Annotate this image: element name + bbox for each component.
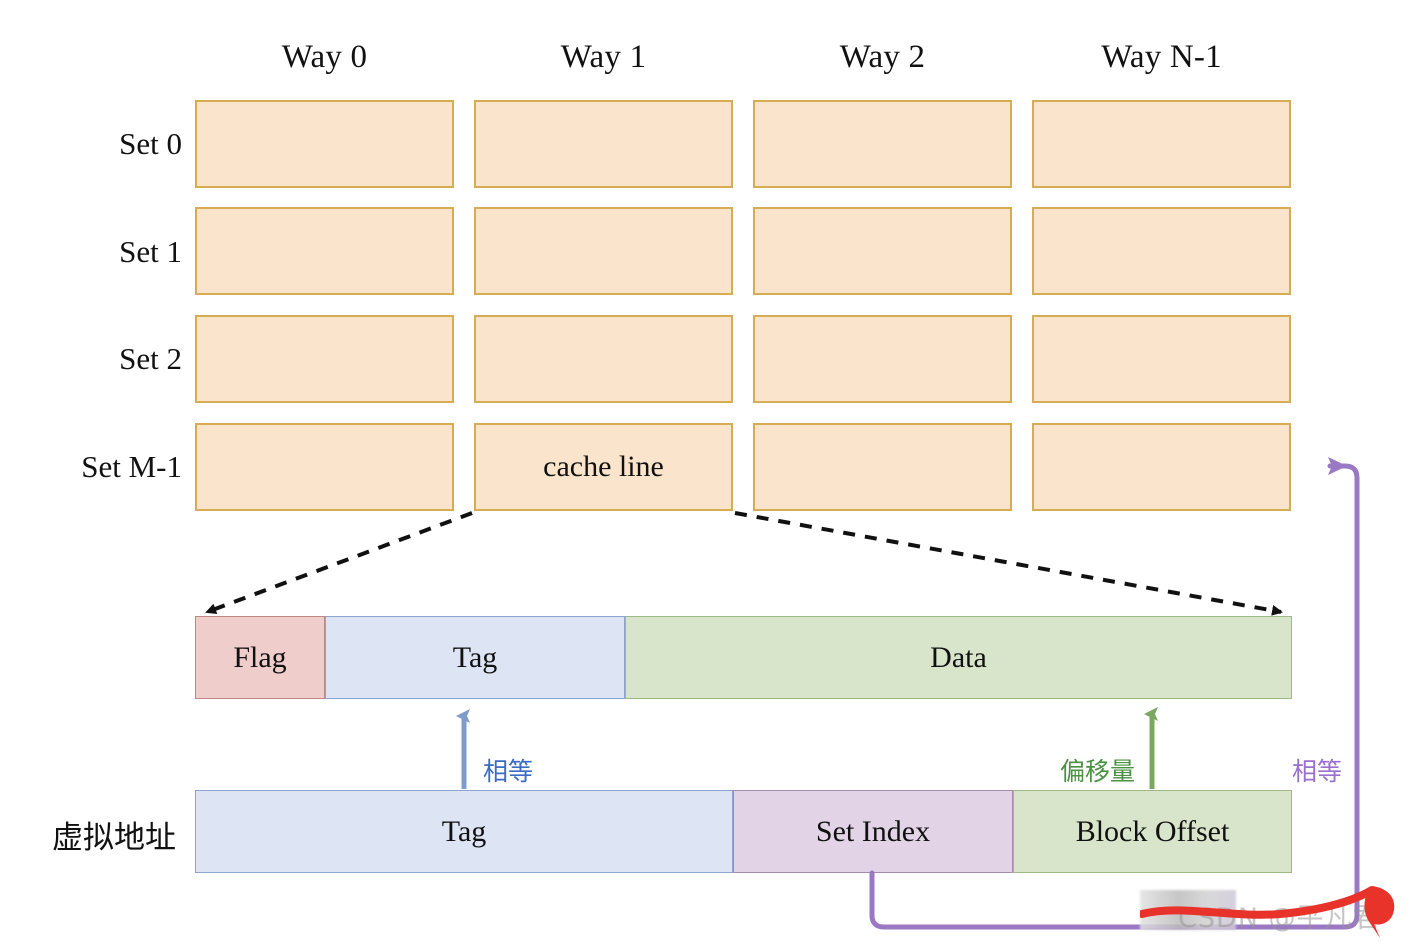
cache-cell-s1-w0[interactable] [195,207,454,295]
cacheline-segment-data[interactable]: Data [625,616,1292,699]
vaddr-segment-block-offset-label: Block Offset [1075,814,1230,848]
set-label-3: Set M-1 [81,449,182,484]
csdn-watermark: CSDN @平凡君 [1140,884,1410,942]
cache-cell-s2-w3[interactable] [1032,315,1291,403]
cache-cell-s1-w1[interactable] [474,207,733,295]
cache-cell-s1-w2[interactable] [753,207,1012,295]
set-label-0: Set 0 [119,126,182,161]
vaddr-segment-block-offset[interactable]: Block Offset [1013,790,1292,873]
set-label-1: Set 1 [119,234,182,269]
annotation-tag-compare: 相等 [483,757,534,786]
cache-cell-s2-w2[interactable] [753,315,1012,403]
cache-cell-sM-w3[interactable] [1032,423,1291,511]
cache-cell-sM-w2[interactable] [753,423,1012,511]
cache-cell-s0-w0[interactable] [195,100,454,188]
cache-cell-s1-w3[interactable] [1032,207,1291,295]
cacheline-segment-tag[interactable]: Tag [325,616,625,699]
way-header-1: Way 1 [560,39,647,75]
cacheline-segment-flag-label: Flag [233,640,287,674]
annotation-block-offset: 偏移量 [1060,757,1136,786]
diagram-canvas: Way 0 Way 1 Way 2 Way N-1 Set 0 Set 1 Se… [0,0,1418,944]
way-header-2: Way 2 [839,39,926,75]
cacheline-segment-flag[interactable]: Flag [195,616,325,699]
expansion-connector-right [734,511,1283,616]
way-header-0: Way 0 [281,39,368,75]
cacheline-segment-tag-label: Tag [452,640,498,674]
expansion-connector-left [205,511,473,615]
vaddr-segment-set-index[interactable]: Set Index [733,790,1013,873]
watermark-logo-icon [1140,886,1395,938]
vaddr-segment-tag-label: Tag [441,814,487,848]
way-header-3: Way N-1 [1101,39,1222,75]
virtual-address-label: 虚拟地址 [52,820,176,856]
cache-cell-s2-w1[interactable] [474,315,733,403]
cache-cell-s2-w0[interactable] [195,315,454,403]
annotation-set-compare: 相等 [1292,757,1343,786]
cache-line-label: cache line [543,450,664,483]
cache-cell-sM-w0[interactable] [195,423,454,511]
cache-cell-s0-w1[interactable] [474,100,733,188]
cache-cell-s0-w3[interactable] [1032,100,1291,188]
cacheline-segment-data-label: Data [930,640,987,674]
vaddr-segment-set-index-label: Set Index [815,814,931,848]
cache-cell-s0-w2[interactable] [753,100,1012,188]
cache-cell-sM-w1[interactable]: cache line [474,423,733,511]
set-label-2: Set 2 [119,341,182,376]
vaddr-segment-tag[interactable]: Tag [195,790,733,873]
